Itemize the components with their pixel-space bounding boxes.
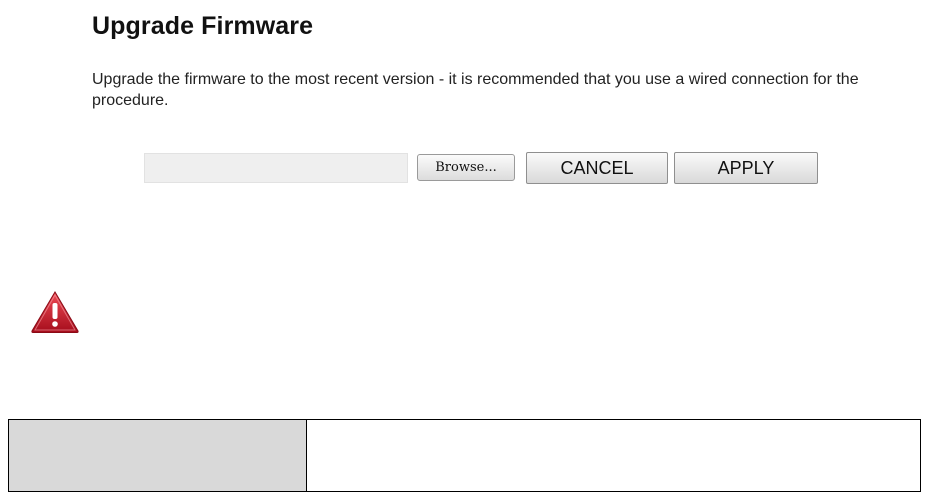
firmware-file-path-input[interactable] bbox=[144, 153, 408, 183]
cancel-button[interactable]: CANCEL bbox=[526, 152, 668, 184]
page-title: Upgrade Firmware bbox=[92, 12, 314, 40]
info-table bbox=[8, 419, 921, 492]
table-row bbox=[8, 419, 921, 492]
apply-button[interactable]: APPLY bbox=[674, 152, 818, 184]
table-label-cell bbox=[8, 419, 307, 492]
browse-button[interactable]: Browse... bbox=[417, 154, 515, 181]
warning-triangle-icon bbox=[31, 291, 79, 333]
page-description: Upgrade the firmware to the most recent … bbox=[92, 71, 859, 109]
table-value-cell bbox=[306, 419, 921, 492]
